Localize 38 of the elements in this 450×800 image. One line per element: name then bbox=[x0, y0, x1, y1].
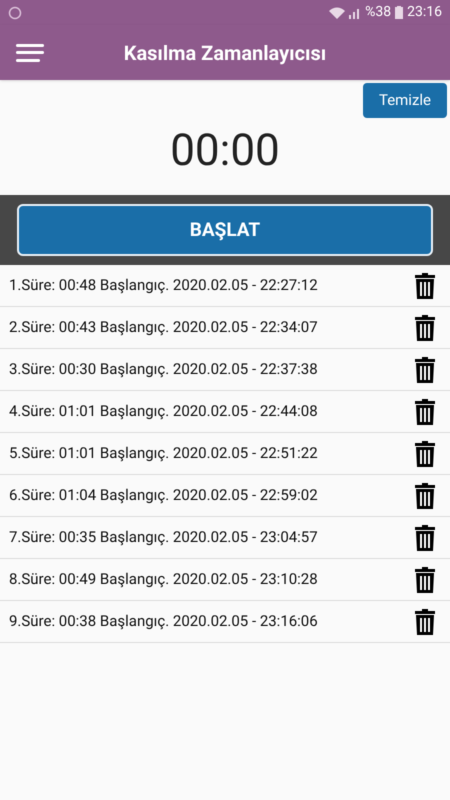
entry-text: 7.Süre: 00:35 Başlangıç. 2020.02.05 - 23:04:57 bbox=[9, 527, 319, 548]
entry-text: 9.Süre: 00:38 Başlangıç. 2020.02.05 - 23:16:06 bbox=[9, 611, 319, 632]
entry-text: 5.Süre: 01:01 Başlangıç. 2020.02.05 - 22:51:22 bbox=[9, 443, 319, 464]
entry-text: 2.Süre: 00:43 Başlangıç. 2020.02.05 - 22:34:07 bbox=[9, 317, 319, 338]
delete-button[interactable] bbox=[415, 398, 435, 424]
delete-button[interactable] bbox=[415, 314, 435, 340]
trash-icon bbox=[415, 272, 435, 298]
delete-button[interactable] bbox=[415, 272, 435, 298]
delete-button[interactable] bbox=[415, 482, 435, 508]
entry-text: 1.Süre: 00:48 Başlangıç. 2020.02.05 - 22:27:12 bbox=[9, 275, 319, 296]
trash-icon bbox=[415, 524, 435, 550]
trash-icon bbox=[415, 356, 435, 382]
signal-icon bbox=[349, 6, 362, 18]
trash-icon bbox=[415, 566, 435, 592]
timer-display: 00:00 bbox=[170, 128, 280, 172]
app-title: Kasılma Zamanlayıcısı bbox=[124, 40, 326, 66]
delete-button[interactable] bbox=[415, 440, 435, 466]
wifi-icon bbox=[329, 6, 346, 18]
delete-button[interactable] bbox=[415, 608, 435, 634]
delete-button[interactable] bbox=[415, 356, 435, 382]
status-icon bbox=[8, 6, 22, 20]
trash-icon bbox=[415, 608, 435, 634]
entry-text: 6.Süre: 01:04 Başlangıç. 2020.02.05 - 22:59:02 bbox=[9, 485, 319, 506]
clock: 23:16 bbox=[407, 3, 442, 22]
battery-icon bbox=[395, 6, 404, 19]
battery-percent: %38 bbox=[365, 3, 392, 22]
delete-button[interactable] bbox=[415, 524, 435, 550]
entry-text: 3.Süre: 00:30 Başlangıç. 2020.02.05 - 22:37:38 bbox=[9, 359, 319, 380]
delete-button[interactable] bbox=[415, 566, 435, 592]
entry-text: 8.Süre: 00:49 Başlangıç. 2020.02.05 - 23:10:28 bbox=[9, 569, 319, 590]
trash-icon bbox=[415, 398, 435, 424]
start-button[interactable]: BAŞLAT bbox=[17, 204, 433, 256]
menu-button[interactable] bbox=[16, 42, 44, 62]
trash-icon bbox=[415, 440, 435, 466]
trash-icon bbox=[415, 482, 435, 508]
clear-button[interactable]: Temizle bbox=[362, 83, 447, 118]
trash-icon bbox=[415, 314, 435, 340]
entry-text: 4.Süre: 01:01 Başlangıç. 2020.02.05 - 22:44:08 bbox=[9, 401, 319, 422]
